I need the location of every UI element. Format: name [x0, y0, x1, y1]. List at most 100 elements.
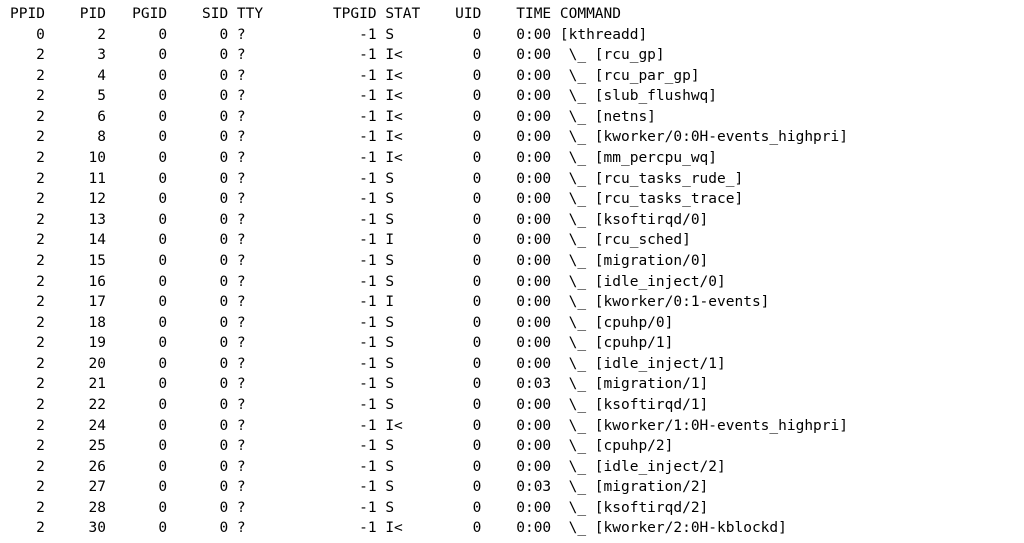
process-row: 22100 ?-1 S00:03 \_ [migration/1] — [10, 374, 1014, 395]
cell-stat: I — [385, 292, 429, 313]
cell-pgid: 0 — [106, 45, 167, 66]
cell-tpgid: -1 — [272, 66, 377, 87]
cell-pgid: 0 — [106, 66, 167, 87]
cell-tty: ? — [237, 333, 272, 354]
cell-stat: I< — [385, 66, 429, 87]
ps-output: PPIDPIDPGIDSID TTYTPGID STATUIDTIME COMM… — [10, 4, 1014, 539]
cell-tty: ? — [237, 354, 272, 375]
cell-sid: 0 — [167, 25, 228, 46]
cell-tty: ? — [237, 86, 272, 107]
cell-time: 0:00 — [481, 272, 551, 293]
cell-uid: 0 — [429, 477, 481, 498]
cell-uid: 0 — [429, 395, 481, 416]
cell-sid: 0 — [167, 169, 228, 190]
cell-command: \_ [migration/2] — [551, 477, 708, 498]
cell-command: \_ [kworker/1:0H-events_highpri] — [551, 416, 848, 437]
cell-uid: 0 — [429, 210, 481, 231]
cell-stat: S — [385, 354, 429, 375]
process-row: 2800 ?-1 I<00:00 \_ [kworker/0:0H-events… — [10, 127, 1014, 148]
cell-time: 0:00 — [481, 416, 551, 437]
cell-tty: ? — [237, 127, 272, 148]
col-stat: STAT — [385, 4, 429, 25]
cell-pid: 8 — [45, 127, 106, 148]
cell-command: \_ [ksoftirqd/2] — [551, 498, 708, 519]
cell-pgid: 0 — [106, 148, 167, 169]
cell-pgid: 0 — [106, 313, 167, 334]
cell-stat: I< — [385, 416, 429, 437]
cell-uid: 0 — [429, 272, 481, 293]
cell-command: \_ [cpuhp/0] — [551, 313, 673, 334]
cell-uid: 0 — [429, 66, 481, 87]
cell-tty: ? — [237, 313, 272, 334]
cell-pid: 3 — [45, 45, 106, 66]
cell-pgid: 0 — [106, 251, 167, 272]
col-tpgid: TPGID — [272, 4, 377, 25]
process-row: 0200 ?-1 S00:00 [kthreadd] — [10, 25, 1014, 46]
cell-tpgid: -1 — [272, 457, 377, 478]
process-row: 21800 ?-1 S00:00 \_ [cpuhp/0] — [10, 313, 1014, 334]
cell-ppid: 2 — [10, 86, 45, 107]
cell-pid: 21 — [45, 374, 106, 395]
cell-time: 0:00 — [481, 86, 551, 107]
cell-sid: 0 — [167, 292, 228, 313]
cell-tpgid: -1 — [272, 86, 377, 107]
cell-time: 0:00 — [481, 148, 551, 169]
cell-command: \_ [rcu_tasks_rude_] — [551, 169, 743, 190]
cell-uid: 0 — [429, 189, 481, 210]
cell-command: \_ [netns] — [551, 107, 656, 128]
cell-tpgid: -1 — [272, 272, 377, 293]
col-tty: TTY — [237, 4, 272, 25]
cell-tty: ? — [237, 210, 272, 231]
cell-tty: ? — [237, 457, 272, 478]
cell-pid: 6 — [45, 107, 106, 128]
cell-tty: ? — [237, 45, 272, 66]
cell-stat: S — [385, 477, 429, 498]
cell-pgid: 0 — [106, 210, 167, 231]
cell-pid: 15 — [45, 251, 106, 272]
cell-sid: 0 — [167, 210, 228, 231]
cell-time: 0:00 — [481, 498, 551, 519]
cell-sid: 0 — [167, 416, 228, 437]
cell-tty: ? — [237, 107, 272, 128]
cell-ppid: 2 — [10, 292, 45, 313]
process-row: 21600 ?-1 S00:00 \_ [idle_inject/0] — [10, 272, 1014, 293]
cell-sid: 0 — [167, 148, 228, 169]
cell-pid: 13 — [45, 210, 106, 231]
cell-time: 0:00 — [481, 189, 551, 210]
cell-pid: 16 — [45, 272, 106, 293]
process-row: 2400 ?-1 I<00:00 \_ [rcu_par_gp] — [10, 66, 1014, 87]
process-row: 21500 ?-1 S00:00 \_ [migration/0] — [10, 251, 1014, 272]
cell-command: \_ [ksoftirqd/1] — [551, 395, 708, 416]
cell-sid: 0 — [167, 477, 228, 498]
cell-command: \_ [mm_percpu_wq] — [551, 148, 717, 169]
cell-tpgid: -1 — [272, 127, 377, 148]
cell-tpgid: -1 — [272, 169, 377, 190]
cell-uid: 0 — [429, 374, 481, 395]
cell-command: \_ [rcu_tasks_trace] — [551, 189, 743, 210]
cell-sid: 0 — [167, 333, 228, 354]
cell-command: \_ [migration/1] — [551, 374, 708, 395]
cell-tty: ? — [237, 169, 272, 190]
cell-tpgid: -1 — [272, 416, 377, 437]
cell-ppid: 2 — [10, 148, 45, 169]
cell-stat: S — [385, 210, 429, 231]
cell-uid: 0 — [429, 354, 481, 375]
cell-ppid: 2 — [10, 457, 45, 478]
cell-tty: ? — [237, 66, 272, 87]
cell-time: 0:00 — [481, 66, 551, 87]
cell-pid: 22 — [45, 395, 106, 416]
cell-stat: S — [385, 313, 429, 334]
process-row: 22200 ?-1 S00:00 \_ [ksoftirqd/1] — [10, 395, 1014, 416]
cell-tpgid: -1 — [272, 210, 377, 231]
cell-pgid: 0 — [106, 86, 167, 107]
cell-pid: 20 — [45, 354, 106, 375]
cell-tty: ? — [237, 395, 272, 416]
cell-tpgid: -1 — [272, 292, 377, 313]
cell-ppid: 2 — [10, 354, 45, 375]
cell-pgid: 0 — [106, 498, 167, 519]
cell-time: 0:00 — [481, 354, 551, 375]
cell-time: 0:00 — [481, 107, 551, 128]
cell-pgid: 0 — [106, 189, 167, 210]
cell-stat: S — [385, 395, 429, 416]
cell-pid: 12 — [45, 189, 106, 210]
